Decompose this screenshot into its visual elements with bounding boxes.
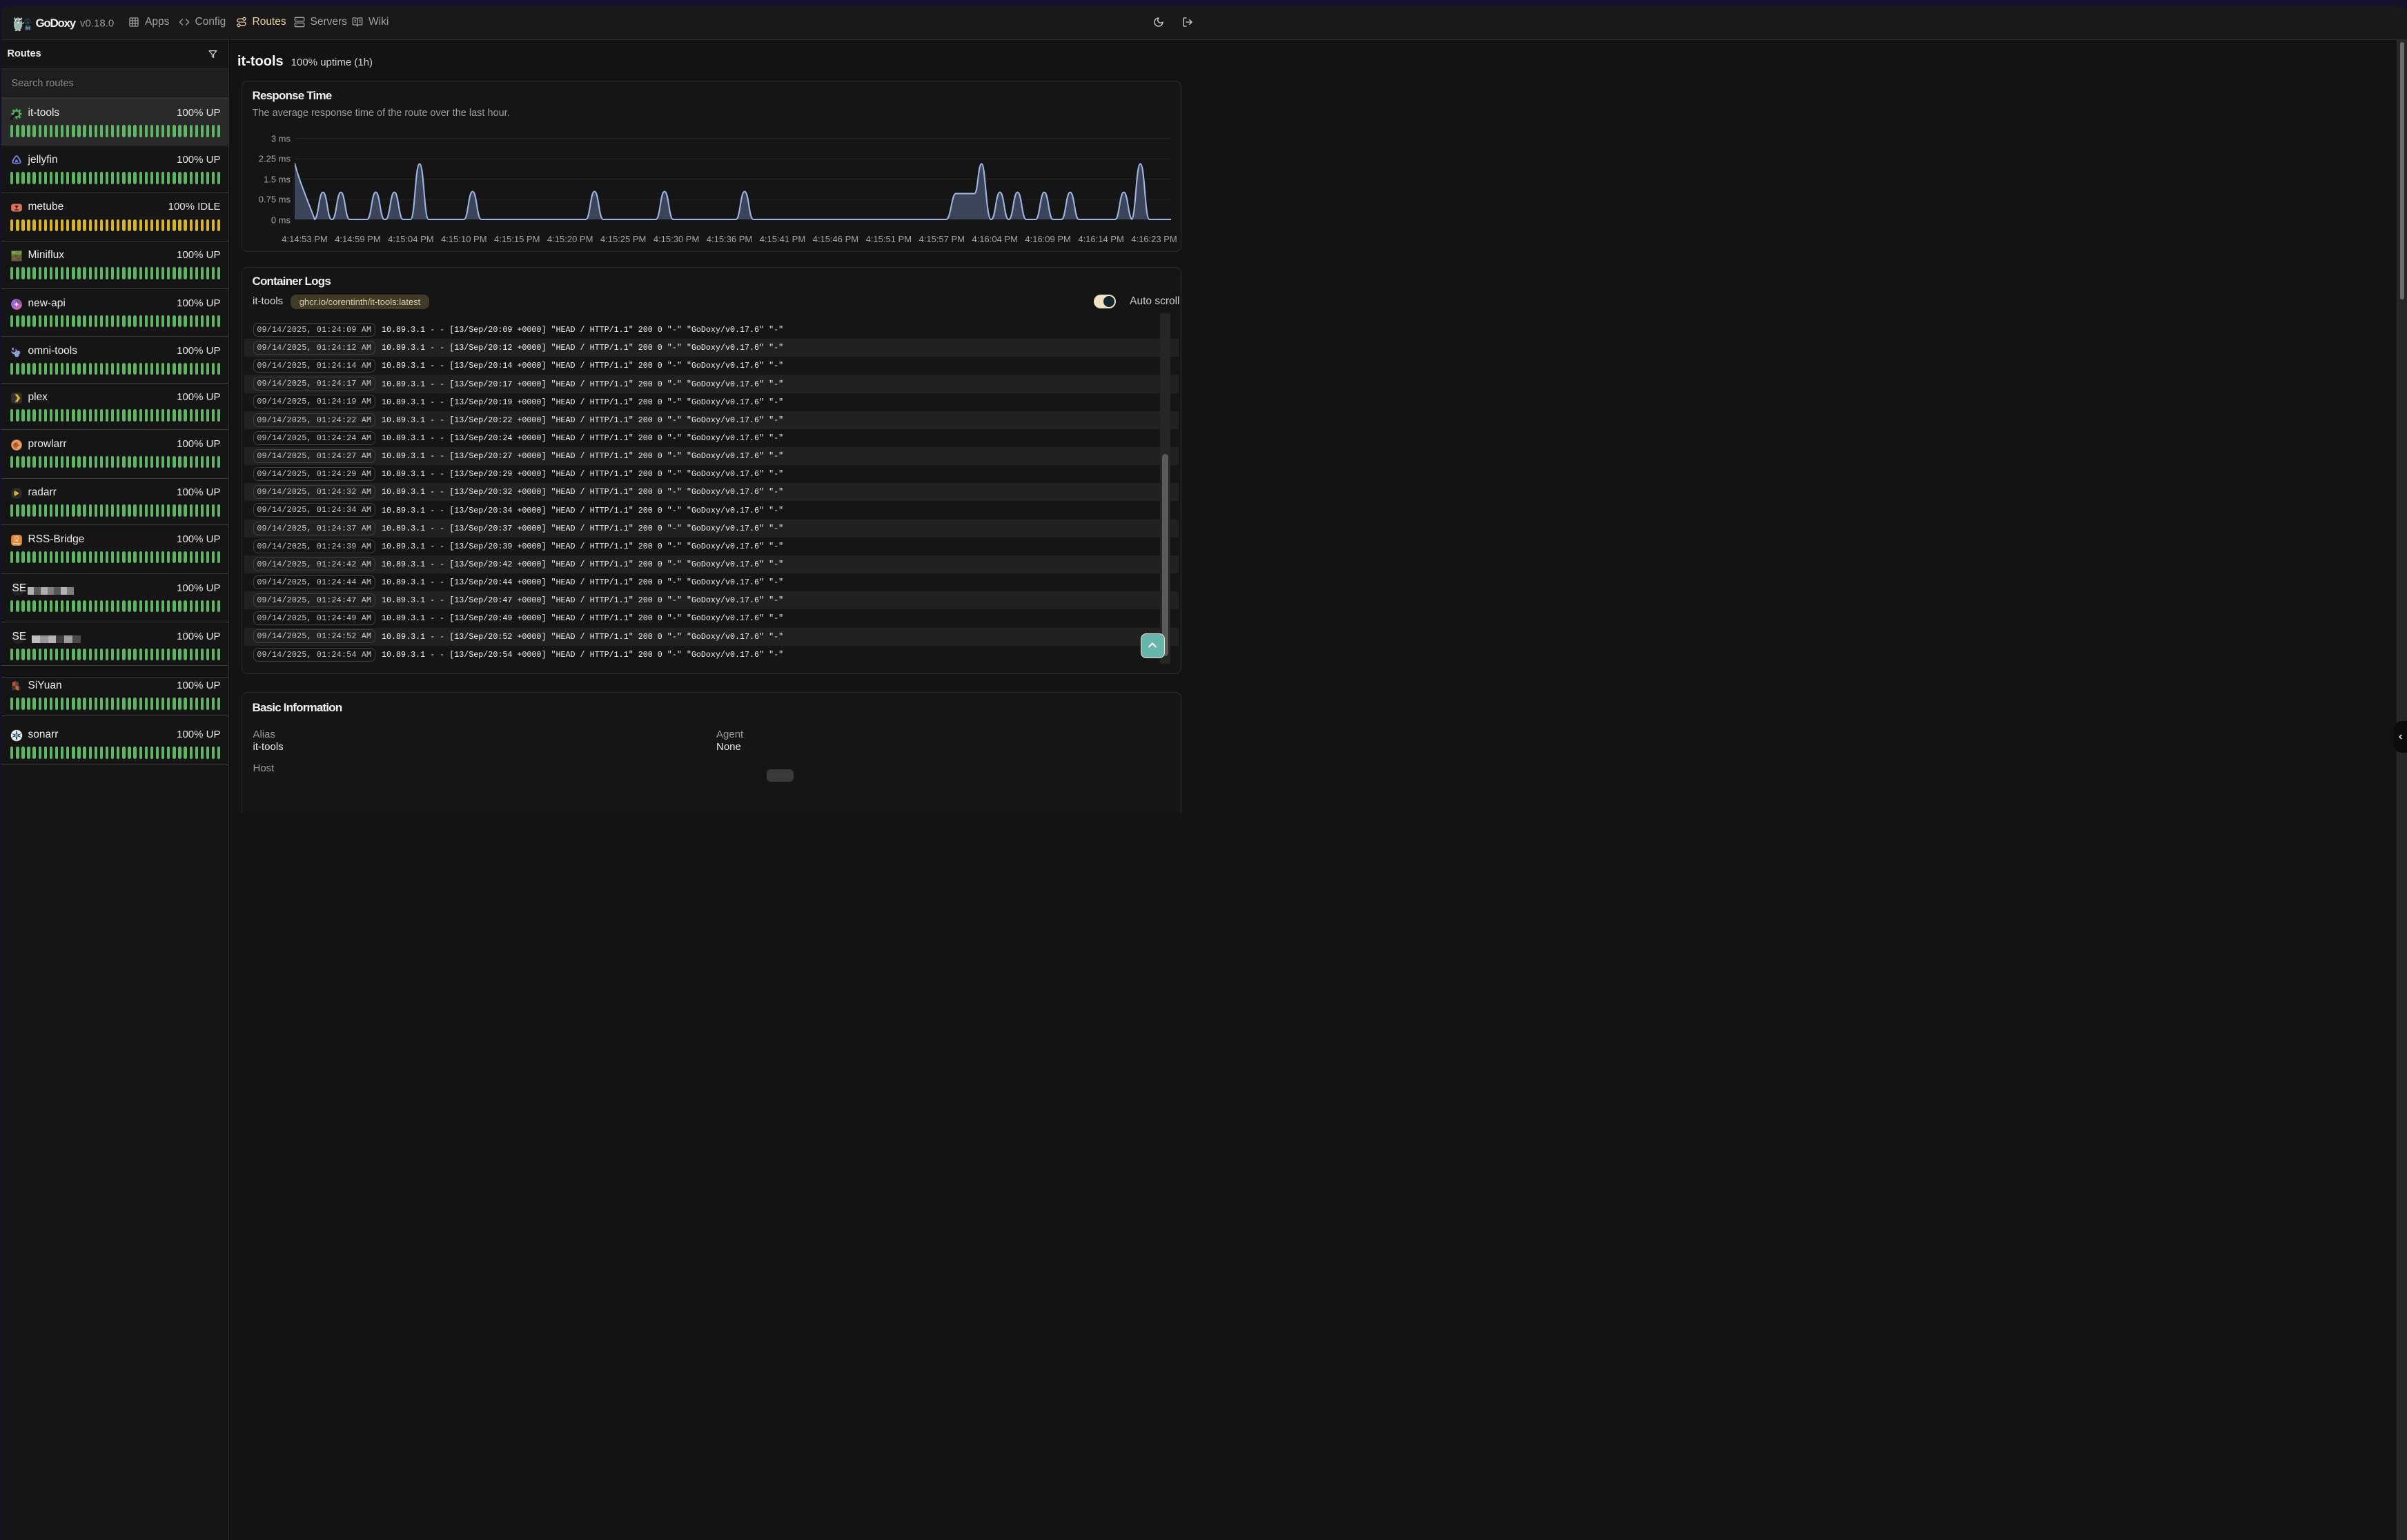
svg-text:Bridge: Bridge	[13, 542, 21, 545]
